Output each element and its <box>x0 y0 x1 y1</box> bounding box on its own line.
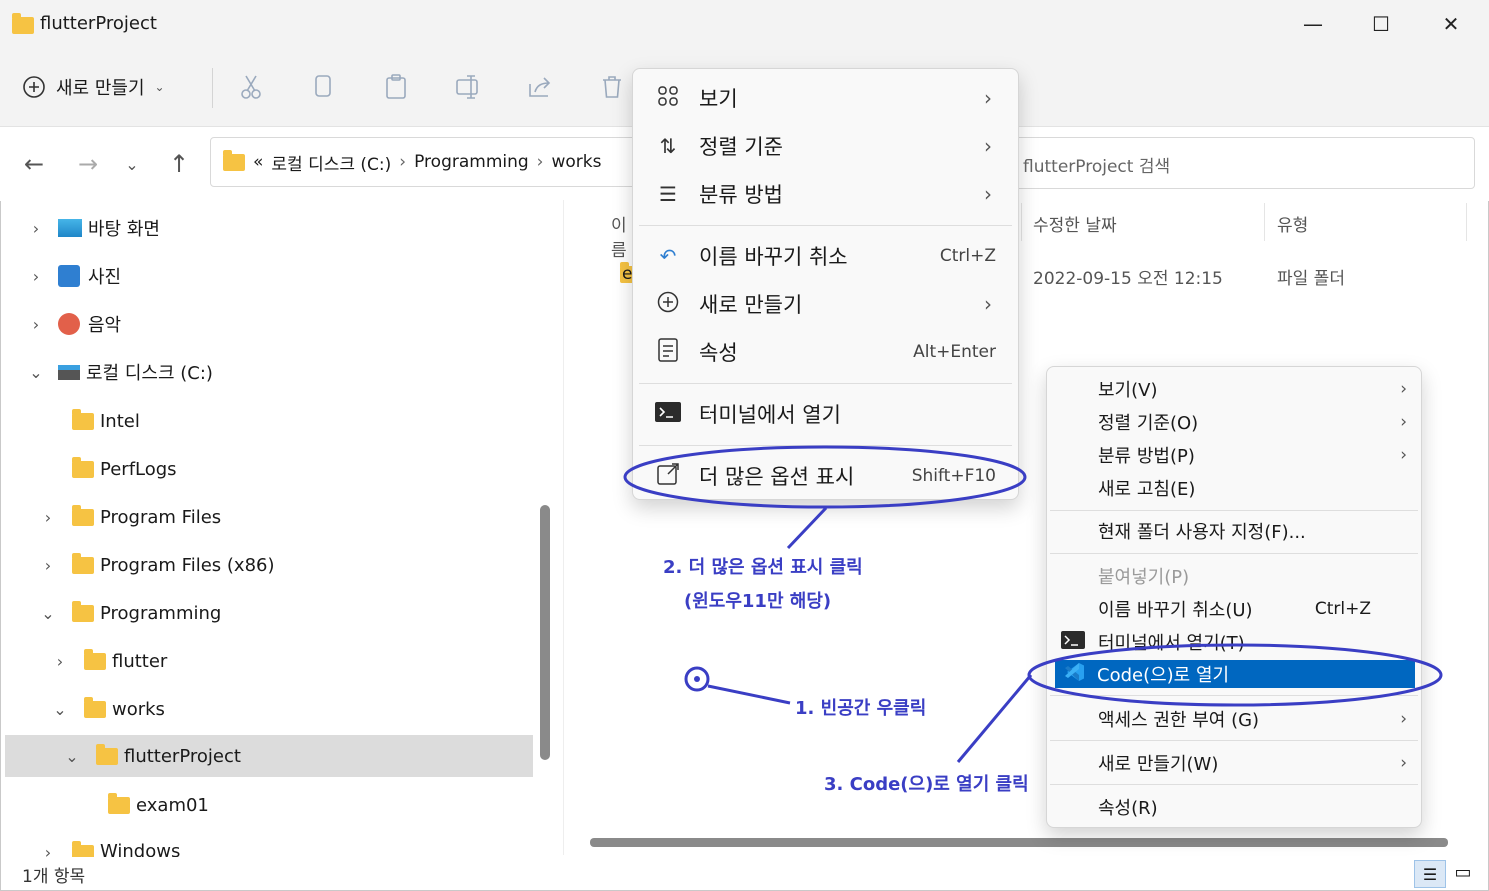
annotation-step2: 2. 더 많은 옵션 표시 클릭 <box>663 557 863 578</box>
annotation-pointer <box>786 506 828 550</box>
annotation-step1: 1. 빈공간 우클릭 <box>795 698 927 719</box>
annotation-pointer <box>956 674 1033 763</box>
highlight-ellipse <box>1027 643 1443 707</box>
annotation-step2-note: (윈도우11만 해당) <box>684 591 832 612</box>
annotation-pointer <box>707 684 791 705</box>
highlight-ellipse <box>623 445 1027 509</box>
annotation-step3: 3. Code(으)로 열기 클릭 <box>824 774 1029 795</box>
annotation-overlay <box>623 445 1443 763</box>
click-marker-dot <box>694 676 700 682</box>
